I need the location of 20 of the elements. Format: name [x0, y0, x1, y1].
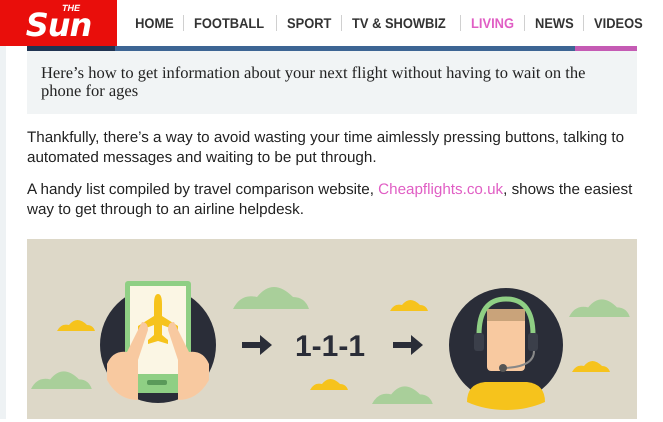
cloud-icon	[233, 287, 309, 309]
nav-link[interactable]: TV & SHOWBIZ	[341, 15, 456, 31]
cloud-icon	[569, 299, 630, 317]
article-paragraph: Thankfully, there’s a way to avoid wasting your time aimlessly pressing buttons, talking to automated messages and waiting to be put through.	[27, 128, 626, 168]
cloud-icon	[372, 386, 433, 404]
cloud-icon	[310, 379, 348, 390]
arrow-icon	[242, 335, 272, 355]
nav-link[interactable]: FOOTBALL	[183, 15, 274, 31]
article-paragraph: A handy list compiled by travel comparison website, Cheapflights.co.uk, shows the easiest way to get through to an airline helpdesk.	[27, 180, 634, 220]
step-label: 1-1-1	[294, 330, 366, 363]
image-caption: Here’s how to get information about your next flight without having to wait on the phone for ages	[27, 51, 637, 114]
nav-link[interactable]: SPORT	[276, 15, 342, 31]
cloud-icon	[572, 361, 610, 372]
cloud-icon	[390, 300, 428, 311]
nav-link[interactable]: HOME	[125, 15, 184, 31]
nav-link[interactable]: VIDEOS	[583, 15, 653, 31]
arrow-icon	[393, 335, 423, 355]
cloud-icon	[57, 320, 95, 331]
nav-link[interactable]: NEWS	[524, 15, 584, 31]
cloud-icon	[31, 371, 92, 389]
